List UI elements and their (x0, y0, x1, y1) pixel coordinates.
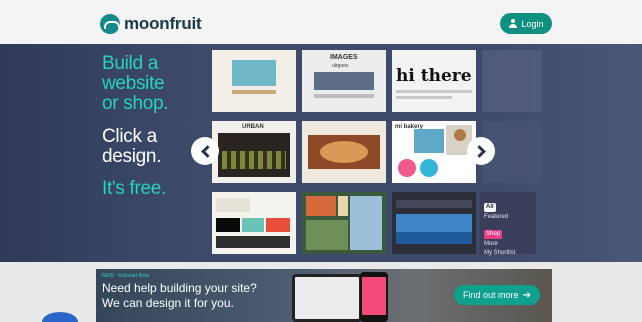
carousel-next-button[interactable] (467, 137, 495, 165)
template-thumb[interactable] (392, 192, 476, 254)
find-out-more-label: Find out more (463, 290, 519, 300)
decorative-shape (42, 312, 78, 322)
tablet-preview-image (292, 274, 362, 322)
find-out-more-button[interactable]: Find out more ➔ (454, 285, 540, 305)
template-thumb[interactable]: mi bakery (392, 121, 476, 183)
category-featured[interactable]: Featured (484, 213, 532, 222)
moonfruit-logo-icon (100, 14, 120, 34)
template-thumb[interactable]: URBAN (212, 121, 296, 183)
moonfruit-logo[interactable]: moonfruit (100, 14, 202, 34)
promo-new-label: NEW - Kickstart Beta (102, 273, 149, 279)
template-thumb[interactable] (482, 50, 542, 112)
promo-subline: We can design it for you. (102, 296, 234, 310)
chevron-left-icon (200, 144, 214, 158)
template-thumb[interactable] (212, 50, 296, 112)
category-menu: All Featured Shop More My Shortlist (480, 192, 536, 256)
hero-carousel: URBAN IMAGES ulrgoes hi there mi bakery (0, 44, 642, 262)
template-thumb[interactable]: hi there (392, 50, 476, 112)
login-button[interactable]: Login (500, 13, 552, 34)
chevron-right-icon (472, 144, 486, 158)
logo-text: moonfruit (124, 14, 202, 33)
user-icon (508, 19, 517, 28)
arrow-right-icon: ➔ (522, 289, 531, 301)
category-all[interactable]: All (484, 203, 496, 212)
template-thumb[interactable] (302, 121, 386, 183)
site-header: moonfruit Login (0, 0, 642, 44)
carousel-prev-button[interactable] (191, 137, 219, 165)
category-more[interactable]: More (484, 240, 532, 249)
tagline-build: Build a website or shop. (102, 53, 169, 114)
template-title: hi there (396, 66, 472, 86)
template-thumb[interactable]: IMAGES ulrgoes (302, 50, 386, 112)
template-subtitle: ulrgoes (332, 63, 349, 69)
template-title: URBAN (242, 124, 264, 130)
login-label: Login (521, 18, 544, 29)
tagline-click: Click a design. (102, 126, 162, 167)
category-my-shortlist[interactable]: My Shortlist (484, 249, 532, 258)
phone-preview-image (360, 272, 388, 322)
tagline-free: It's free. (102, 178, 166, 199)
design-service-banner: NEW - Kickstart Beta Need help building … (96, 269, 552, 322)
promo-headline: Need help building your site? (102, 281, 257, 295)
template-thumb[interactable] (302, 192, 386, 254)
template-title: IMAGES (330, 54, 358, 61)
category-shop[interactable]: Shop (484, 230, 503, 239)
template-thumb[interactable] (212, 192, 296, 254)
